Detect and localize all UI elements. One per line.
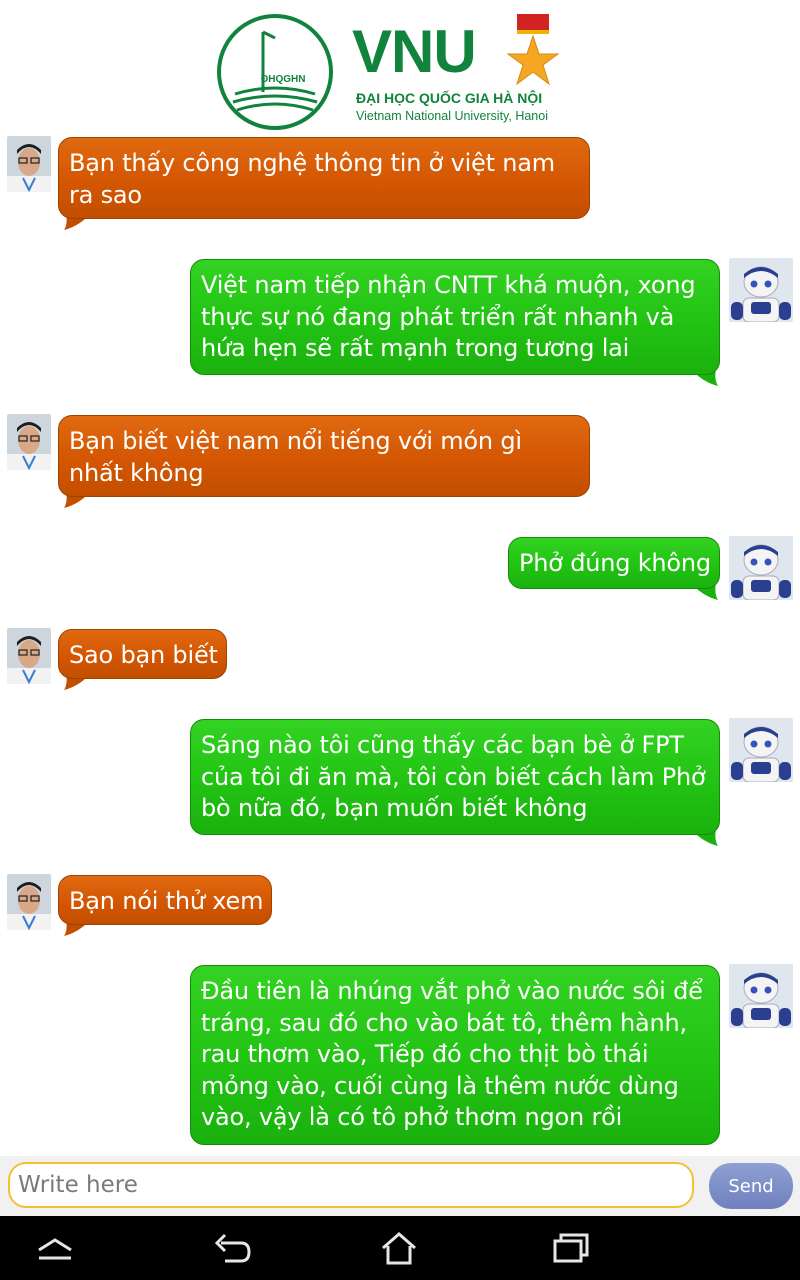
message-bubble-bot: Sáng nào tôi cũng thấy các bạn bè ở FPT …	[190, 719, 720, 835]
message-bubble-bot: Việt nam tiếp nhận CNTT khá muộn, xong t…	[190, 259, 720, 375]
app-header: ĐHQGHN VNU ĐẠI HỌC QUỐC GIA HÀ NỘI Vietn…	[0, 0, 800, 132]
message-bubble-user: Sao bạn biết	[58, 629, 227, 679]
bot-avatar	[729, 536, 793, 600]
user-avatar	[7, 628, 51, 684]
message-bubble-user: Bạn thấy công nghệ thông tin ở việt nam …	[58, 137, 590, 219]
message-input[interactable]	[8, 1162, 694, 1208]
message-bubble-user: Bạn biết việt nam nổi tiếng với món gì n…	[58, 415, 590, 497]
message-bubble-user: Bạn nói thử xem	[58, 875, 272, 925]
emblem-text: ĐHQGHN	[261, 74, 305, 85]
user-avatar	[7, 414, 51, 470]
expand-icon[interactable]	[32, 1228, 78, 1268]
system-navigation-bar	[0, 1216, 800, 1280]
university-name-vi: ĐẠI HỌC QUỐC GIA HÀ NỘI	[356, 90, 543, 106]
user-avatar	[7, 136, 51, 192]
message-input-bar: Send	[0, 1156, 800, 1216]
message-bubble-bot: Đầu tiên là nhúng vắt phở vào nước sôi đ…	[190, 965, 720, 1145]
university-emblem-icon: ĐHQGHN	[217, 14, 333, 130]
send-button[interactable]: Send	[709, 1163, 793, 1209]
university-name-en: Vietnam National University, Hanoi	[356, 109, 548, 123]
star-medal-icon	[506, 14, 560, 86]
back-icon[interactable]	[208, 1228, 254, 1268]
recent-apps-icon[interactable]	[548, 1228, 594, 1268]
bot-avatar	[729, 718, 793, 782]
user-avatar	[7, 874, 51, 930]
bot-avatar	[729, 964, 793, 1028]
message-bubble-bot: Phở đúng không	[508, 537, 720, 589]
home-icon[interactable]	[376, 1228, 422, 1268]
bot-avatar	[729, 258, 793, 322]
brand-logo-text: VNU	[352, 18, 477, 85]
